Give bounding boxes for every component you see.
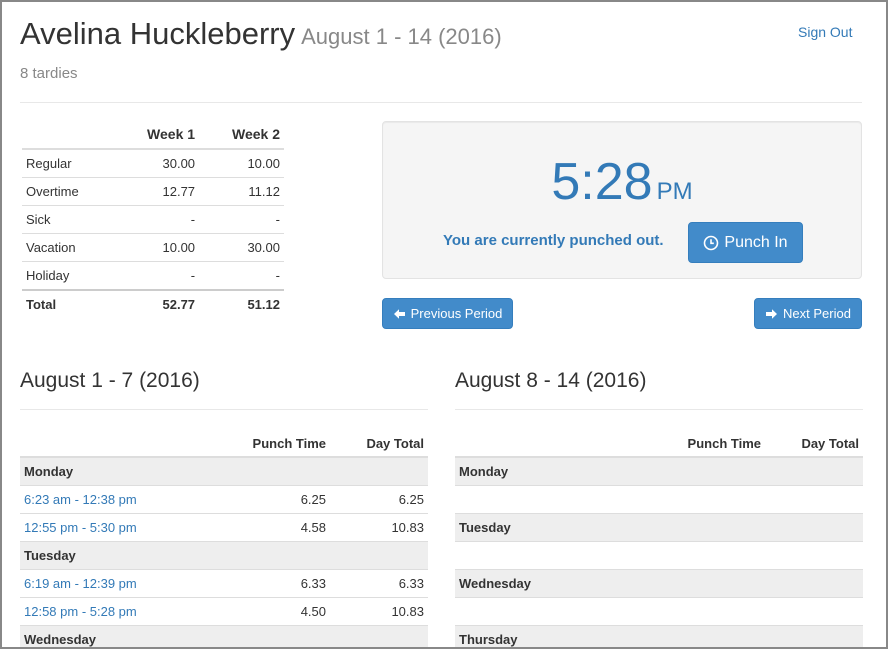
day-label: Wednesday — [20, 625, 428, 647]
day-label: Monday — [455, 456, 863, 486]
summary-week1-value: 10.00 — [114, 233, 200, 262]
punch-row: 6:23 am - 12:38 pm 6.25 6.25 — [20, 485, 428, 514]
employee-name: Avelina Huckleberry — [20, 16, 296, 51]
summary-week2-value: - — [199, 205, 284, 234]
punch-in-label: Punch In — [724, 233, 788, 251]
day-label: Monday — [20, 456, 428, 486]
clock-icon — [704, 235, 719, 250]
day-row-wednesday: Wednesday — [455, 569, 863, 598]
week2-header-row: Punch Time Day Total — [455, 430, 863, 458]
next-period-label: Next Period — [783, 306, 851, 321]
punch-hours: 6.33 — [208, 569, 330, 598]
day-row-tuesday: Tuesday — [455, 513, 863, 542]
week1-table: Punch Time Day Total Monday 6:23 am - 12… — [20, 430, 428, 647]
week1-header-row: Punch Time Day Total — [20, 430, 428, 458]
summary-week1-value: 12.77 — [114, 177, 200, 206]
summary-week1-total: 52.77 — [114, 289, 200, 318]
week1-title: August 1 - 7 (2016) — [20, 369, 200, 392]
page-title: Avelina Huckleberry August 1 - 14 (2016) — [20, 16, 502, 52]
arrow-right-icon — [766, 308, 778, 319]
hours-summary-table: Week 1 Week 2 Regular 30.00 10.00 Overti… — [22, 122, 284, 318]
col-punch-time: Punch Time — [208, 430, 330, 458]
punch-row: 12:58 pm - 5:28 pm 4.50 10.83 — [20, 597, 428, 626]
day-label: Thursday — [455, 625, 863, 647]
summary-week2-value: 30.00 — [199, 233, 284, 262]
summary-row-regular: Regular 30.00 10.00 — [22, 148, 284, 178]
col-day-total: Day Total — [330, 430, 428, 458]
punch-range-link[interactable]: 6:19 am - 12:39 pm — [20, 569, 208, 598]
day-row-thursday: Thursday — [455, 625, 863, 647]
tardies-count: 8 tardies — [20, 65, 78, 82]
punch-range-link[interactable]: 6:23 am - 12:38 pm — [20, 485, 208, 514]
empty-row — [455, 541, 863, 570]
summary-label: Total — [22, 289, 115, 318]
pay-period: August 1 - 14 (2016) — [301, 24, 502, 49]
summary-week2-value: - — [199, 261, 284, 290]
summary-week2-total: 51.12 — [199, 289, 284, 318]
day-row-wednesday: Wednesday — [20, 625, 428, 647]
summary-col-week1: Week 1 — [147, 126, 196, 142]
clock-ampm: PM — [656, 178, 693, 205]
next-period-button[interactable]: Next Period — [754, 298, 862, 329]
sign-out-link[interactable]: Sign Out — [798, 24, 852, 40]
punch-row: 12:55 pm - 5:30 pm 4.58 10.83 — [20, 513, 428, 542]
arrow-left-icon — [393, 308, 405, 319]
day-total: 6.25 — [330, 485, 428, 514]
empty-row — [455, 485, 863, 514]
summary-col-week2: Week 2 — [232, 126, 280, 142]
summary-row-holiday: Holiday - - — [22, 261, 284, 290]
summary-week1-value: 30.00 — [114, 148, 200, 178]
day-total: 6.33 — [330, 569, 428, 598]
day-row-monday: Monday — [20, 456, 428, 486]
punch-status: You are currently punched out. — [443, 232, 664, 249]
summary-col-category — [22, 122, 114, 149]
clock-time: 5:28 — [551, 153, 653, 211]
summary-header-row: Week 1 Week 2 — [22, 122, 284, 149]
summary-label: Sick — [22, 205, 115, 234]
punch-hours: 4.50 — [208, 597, 330, 626]
current-time: 5:28 PM — [383, 152, 861, 212]
header-divider — [20, 102, 862, 103]
summary-label: Vacation — [22, 233, 115, 262]
summary-label: Overtime — [22, 177, 115, 206]
previous-period-button[interactable]: Previous Period — [382, 298, 513, 329]
week2-table: Punch Time Day Total Monday Tuesday Wedn… — [455, 430, 863, 647]
summary-row-vacation: Vacation 10.00 30.00 — [22, 233, 284, 262]
day-row-monday: Monday — [455, 456, 863, 486]
summary-week1-value: - — [114, 261, 200, 290]
col-punch-time: Punch Time — [643, 430, 765, 458]
col-day-total: Day Total — [765, 430, 863, 458]
punch-range-link[interactable]: 12:58 pm - 5:28 pm — [20, 597, 208, 626]
week2-divider — [455, 409, 863, 410]
summary-label: Holiday — [22, 261, 115, 290]
punch-hours: 4.58 — [208, 513, 330, 542]
summary-week2-value: 11.12 — [199, 177, 284, 206]
summary-row-overtime: Overtime 12.77 11.12 — [22, 177, 284, 206]
week1-divider — [20, 409, 428, 410]
punch-range-link[interactable]: 12:55 pm - 5:30 pm — [20, 513, 208, 542]
day-label: Tuesday — [455, 513, 863, 542]
day-label: Tuesday — [20, 541, 428, 570]
punch-row: 6:19 am - 12:39 pm 6.33 6.33 — [20, 569, 428, 598]
punch-in-button[interactable]: Punch In — [688, 222, 803, 263]
summary-label: Regular — [22, 148, 115, 178]
day-label: Wednesday — [455, 569, 863, 598]
previous-period-label: Previous Period — [410, 306, 503, 321]
day-row-tuesday: Tuesday — [20, 541, 428, 570]
summary-week2-value: 10.00 — [199, 148, 284, 178]
week2-title: August 8 - 14 (2016) — [455, 369, 647, 392]
summary-row-sick: Sick - - — [22, 205, 284, 234]
summary-row-total: Total 52.77 51.12 — [22, 289, 284, 318]
day-total: 10.83 — [330, 597, 428, 626]
day-total: 10.83 — [330, 513, 428, 542]
punch-hours: 6.25 — [208, 485, 330, 514]
time-clock-panel: 5:28 PM You are currently punched out. Pu… — [382, 121, 862, 279]
summary-week1-value: - — [114, 205, 200, 234]
empty-row — [455, 597, 863, 626]
app-frame: Avelina Huckleberry August 1 - 14 (2016) … — [0, 0, 888, 649]
